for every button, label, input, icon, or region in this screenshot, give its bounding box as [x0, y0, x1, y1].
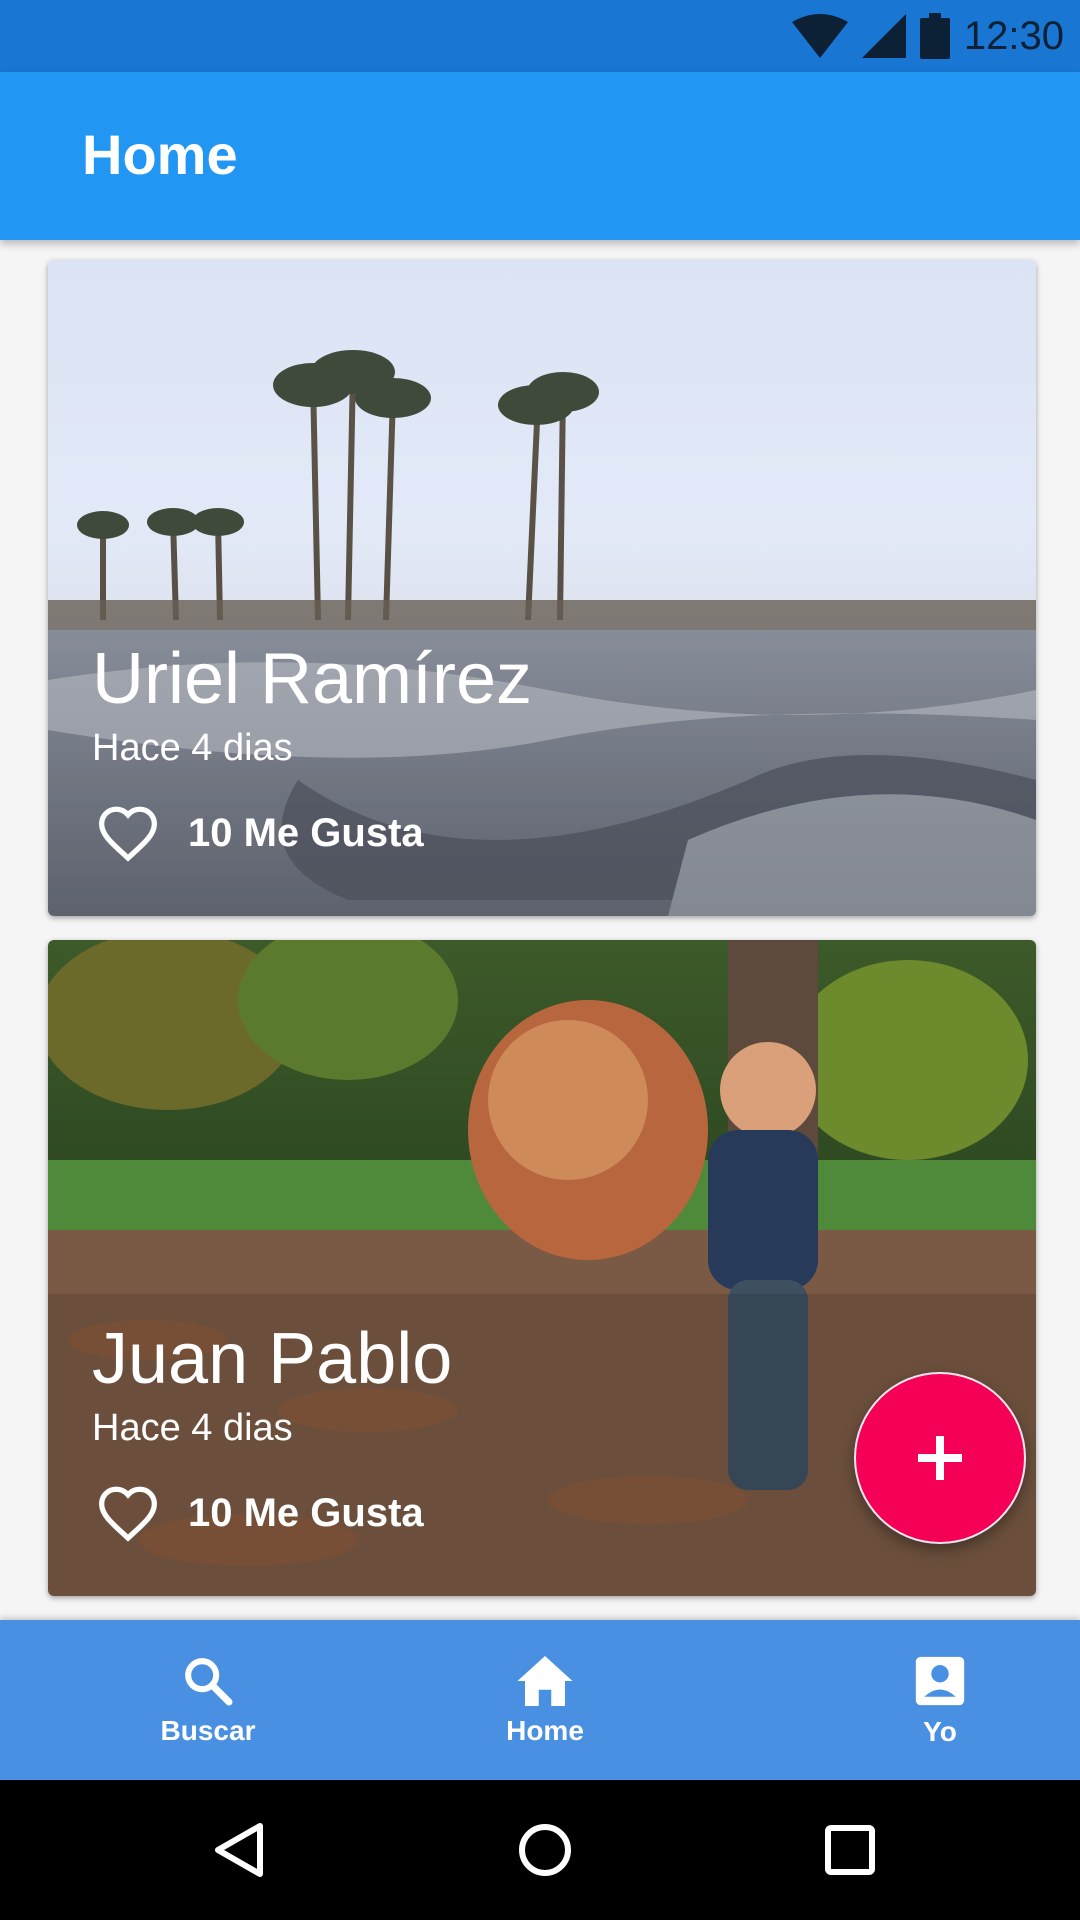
heart-icon[interactable]: [96, 1484, 160, 1542]
like-row[interactable]: 10 Me Gusta: [96, 804, 424, 862]
nav-item-home[interactable]: Home: [435, 1620, 655, 1780]
recents-button[interactable]: [810, 1810, 890, 1890]
plus-icon: [918, 1436, 962, 1480]
bottom-navigation: Buscar Home Yo: [0, 1620, 1080, 1780]
nav-label: Yo: [923, 1716, 957, 1747]
nav-label: Buscar: [160, 1715, 256, 1746]
like-count: 10 Me Gusta: [188, 810, 424, 855]
post-author: Juan Pablo: [92, 1319, 453, 1399]
post-time: Hace 4 dias: [92, 1407, 293, 1449]
status-time: 12:30: [963, 13, 1064, 58]
add-post-button[interactable]: [854, 1372, 1026, 1544]
home-icon: [517, 1656, 573, 1706]
like-count: 10 Me Gusta: [188, 1490, 424, 1535]
home-nav-button[interactable]: [505, 1810, 585, 1890]
heart-icon[interactable]: [96, 804, 160, 862]
post-card[interactable]: Uriel Ramírez Hace 4 dias 10 Me Gusta: [48, 260, 1036, 916]
back-button[interactable]: [200, 1810, 280, 1890]
account-icon: [915, 1656, 965, 1706]
square-recents-icon: [825, 1825, 875, 1875]
like-row[interactable]: 10 Me Gusta: [96, 1484, 424, 1542]
post-time: Hace 4 dias: [92, 727, 293, 769]
nav-item-buscar[interactable]: Buscar: [98, 1620, 318, 1780]
app-bar: Home: [0, 72, 1080, 240]
circle-home-icon: [519, 1824, 571, 1876]
status-icons: 12:30: [791, 0, 1064, 72]
nav-item-yo[interactable]: Yo: [830, 1620, 1050, 1780]
post-author: Uriel Ramírez: [92, 639, 533, 719]
nav-label: Home: [506, 1715, 584, 1746]
back-icon: [215, 1823, 263, 1877]
cell-signal-icon: [861, 14, 906, 58]
status-bar: 12:30: [0, 0, 1080, 72]
wifi-icon: [791, 14, 848, 58]
system-navigation-bar: [0, 1780, 1080, 1920]
battery-icon: [919, 13, 950, 59]
search-icon: [185, 1658, 233, 1706]
page-title: Home: [82, 123, 238, 186]
